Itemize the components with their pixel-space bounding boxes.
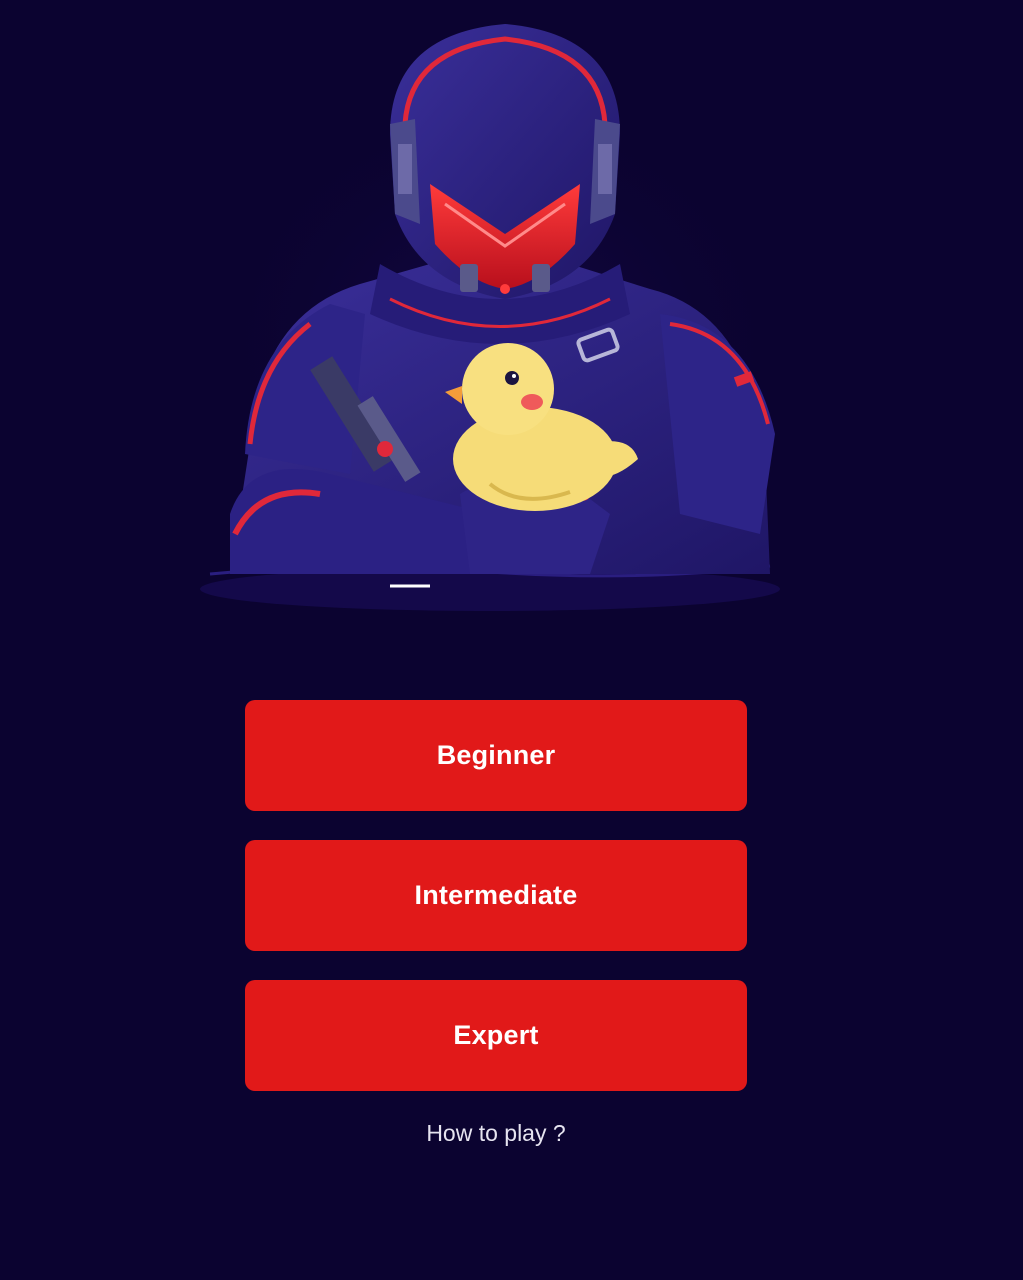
beginner-button[interactable]: Beginner	[245, 700, 747, 811]
difficulty-menu: Beginner Intermediate Expert	[245, 700, 747, 1120]
soldier-duck-icon	[200, 24, 800, 611]
how-to-play-link[interactable]: How to play ?	[245, 1120, 747, 1147]
hero-illustration	[190, 14, 810, 634]
expert-button[interactable]: Expert	[245, 980, 747, 1091]
intermediate-button[interactable]: Intermediate	[245, 840, 747, 951]
